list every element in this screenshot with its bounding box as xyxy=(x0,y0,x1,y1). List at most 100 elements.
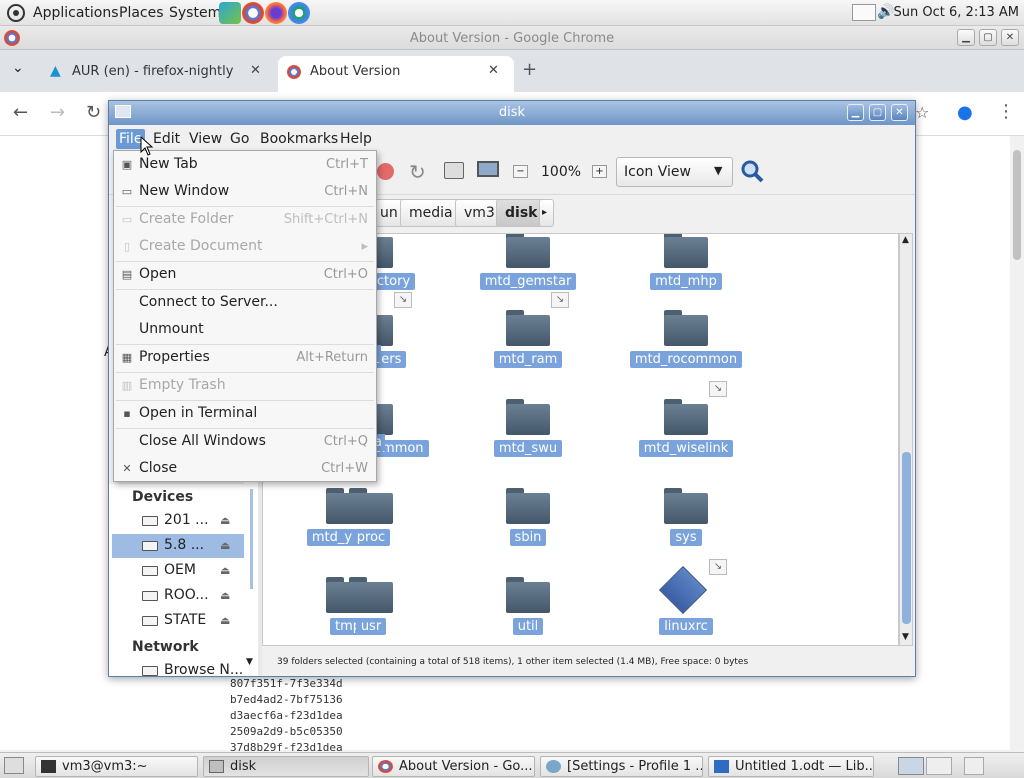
tab-about-version[interactable]: About Version ✕ xyxy=(278,56,514,92)
home-icon[interactable] xyxy=(444,162,464,179)
menu-go[interactable]: Go xyxy=(230,131,249,147)
task-settings[interactable]: [Settings - Profile 1 ... xyxy=(540,756,703,777)
file-item[interactable]: sys xyxy=(621,478,751,566)
zoom-in-icon[interactable]: + xyxy=(592,165,607,178)
file-item[interactable]: mtd_gemstar xyxy=(463,234,593,310)
chrome-launcher-icon[interactable] xyxy=(242,2,264,24)
sidebar-device[interactable]: 5.8 ... ⏏ xyxy=(112,534,244,558)
vscode-launcher-icon[interactable] xyxy=(219,2,241,24)
new-tab-icon[interactable]: + xyxy=(522,59,537,80)
show-desktop-icon[interactable] xyxy=(4,757,24,774)
menu-view[interactable]: View xyxy=(189,131,222,147)
file-manager-titlebar[interactable]: disk ▁ ▢ ✕ xyxy=(109,101,915,125)
sidebar-device[interactable]: ROO... ⏏ xyxy=(112,584,244,608)
close-window-button[interactable]: ✕ xyxy=(1001,29,1019,46)
path-crumb-media[interactable]: media xyxy=(400,199,462,227)
folder-icon xyxy=(349,488,393,524)
eject-icon[interactable]: ⏏ xyxy=(220,614,230,627)
eject-icon[interactable]: ⏏ xyxy=(220,564,230,577)
file-name-label: proc xyxy=(351,529,391,546)
applications-menu[interactable]: Applications xyxy=(33,5,119,21)
menu-item-unmount[interactable]: Unmount xyxy=(114,317,376,343)
sidebar-device[interactable]: STATE ⏏ xyxy=(112,609,244,633)
stop-icon[interactable] xyxy=(377,163,394,180)
trash-applet-icon[interactable] xyxy=(964,757,984,775)
tab-search-icon[interactable]: ⌄ xyxy=(12,60,24,76)
sidebar-network-browse[interactable]: Browse N... xyxy=(112,659,244,676)
task-chrome[interactable]: About Version - Go... xyxy=(372,756,535,777)
menu-item-open[interactable]: ▤ Open Ctrl+O xyxy=(114,262,376,288)
volume-icon[interactable]: 🔊 xyxy=(877,4,894,20)
menu-item-connect-to-server[interactable]: Connect to Server... xyxy=(114,290,376,316)
task-terminal[interactable]: vm3@vm3:~ xyxy=(35,756,198,777)
tab-close-icon[interactable]: ✕ xyxy=(250,63,261,78)
file-item[interactable]: sbin xyxy=(463,478,593,566)
search-icon[interactable] xyxy=(740,159,764,183)
reload-icon[interactable]: ↻ xyxy=(86,102,101,123)
fm-close-button[interactable]: ✕ xyxy=(891,104,908,121)
file-item[interactable]: util xyxy=(463,567,593,645)
menu-item-create-document[interactable]: ▯ Create Document ▸ xyxy=(114,234,376,260)
bookmark-star-icon[interactable]: ☆ xyxy=(915,103,929,122)
scroll-down-icon[interactable]: ▼ xyxy=(902,632,909,642)
workspace-1[interactable] xyxy=(898,757,924,775)
places-menu[interactable]: Places xyxy=(119,5,164,21)
eject-icon[interactable]: ⏏ xyxy=(220,514,230,527)
chrome-dev-launcher-icon[interactable] xyxy=(288,2,310,24)
file-item[interactable]: ↘ mtd_wiselink xyxy=(621,381,751,477)
eject-icon[interactable]: ⏏ xyxy=(220,539,230,552)
tab-aur[interactable]: ▲ AUR (en) - firefox-nightly ✕ xyxy=(38,56,274,92)
menu-item-empty-trash[interactable]: ▥ Empty Trash xyxy=(114,373,376,399)
eject-icon[interactable]: ⏏ xyxy=(220,589,230,602)
menu-item-open-in-terminal[interactable]: ▪ Open in Terminal xyxy=(114,401,376,427)
page-scrollbar[interactable] xyxy=(1010,136,1024,750)
sidebar-scroll-thumb[interactable] xyxy=(250,489,253,589)
file-item[interactable]: mtd_swu xyxy=(463,389,593,477)
menu-bookmarks[interactable]: Bookmarks xyxy=(260,131,338,147)
system-menu[interactable]: System xyxy=(169,5,221,21)
menu-kebab-icon[interactable]: ⋮ xyxy=(997,101,1015,122)
task-disk[interactable]: disk xyxy=(203,756,369,777)
menu-item-label: Open in Terminal xyxy=(139,405,258,421)
drive-icon xyxy=(142,516,158,526)
view-mode-select[interactable]: Icon View ▼ xyxy=(616,157,733,187)
scroll-up-icon[interactable]: ▲ xyxy=(902,235,909,245)
icon-view-scrollbar[interactable]: ▲ ▼ xyxy=(899,233,913,646)
menu-item-new-window[interactable]: ▭ New Window Ctrl+N xyxy=(114,179,376,205)
firefox-launcher-icon[interactable] xyxy=(265,2,287,24)
file-item[interactable]: ↘ mtd_ram xyxy=(463,292,593,388)
computer-icon[interactable] xyxy=(477,161,499,177)
file-name-label: sbin xyxy=(509,529,547,546)
fm-maximize-button[interactable]: ▢ xyxy=(869,104,886,121)
minimize-button[interactable]: ▁ xyxy=(957,29,975,46)
file-item[interactable]: mtd_mhp xyxy=(621,234,751,310)
menu-help[interactable]: Help xyxy=(340,131,372,147)
file-item[interactable]: ↘ linuxrc xyxy=(621,559,751,645)
file-item[interactable]: proc xyxy=(306,478,436,566)
sidebar-device[interactable]: 201 ... ⏏ xyxy=(112,509,244,533)
fm-minimize-button[interactable]: ▁ xyxy=(847,104,864,121)
menu-item-close-all-windows[interactable]: Close All Windows Ctrl+Q xyxy=(114,429,376,455)
menu-item-close[interactable]: ✕ Close Ctrl+W xyxy=(114,456,376,482)
tab-close-icon[interactable]: ✕ xyxy=(488,63,499,78)
zoom-out-icon[interactable]: − xyxy=(513,165,528,178)
back-icon[interactable]: ← xyxy=(13,102,28,123)
clock[interactable]: Sun Oct 6, 2:13 AM xyxy=(894,5,1019,20)
menu-item-properties[interactable]: ▦ Properties Alt+Return xyxy=(114,345,376,371)
forward-icon[interactable]: → xyxy=(50,102,65,123)
workspace-2[interactable] xyxy=(926,757,952,775)
scrollbar-thumb[interactable] xyxy=(902,452,911,624)
network-icon[interactable] xyxy=(852,4,876,21)
menu-item-create-folder[interactable]: ▭ Create Folder Shift+Ctrl+N xyxy=(114,207,376,233)
task-writer[interactable]: Untitled 1.odt — Lib... xyxy=(708,756,874,777)
scrollbar-thumb[interactable] xyxy=(1013,150,1021,260)
file-item[interactable]: usr xyxy=(306,567,436,645)
path-next-icon[interactable]: ▸ xyxy=(539,199,554,227)
gnome-foot-icon[interactable] xyxy=(6,3,26,23)
profile-icon[interactable]: ● xyxy=(957,102,973,123)
sidebar-device[interactable]: OEM ⏏ xyxy=(112,559,244,583)
reload-icon[interactable]: ↻ xyxy=(409,160,426,184)
menu-edit[interactable]: Edit xyxy=(153,131,180,147)
file-item[interactable]: mtd_rocommon xyxy=(621,300,751,388)
maximize-button[interactable]: ▢ xyxy=(979,29,997,46)
